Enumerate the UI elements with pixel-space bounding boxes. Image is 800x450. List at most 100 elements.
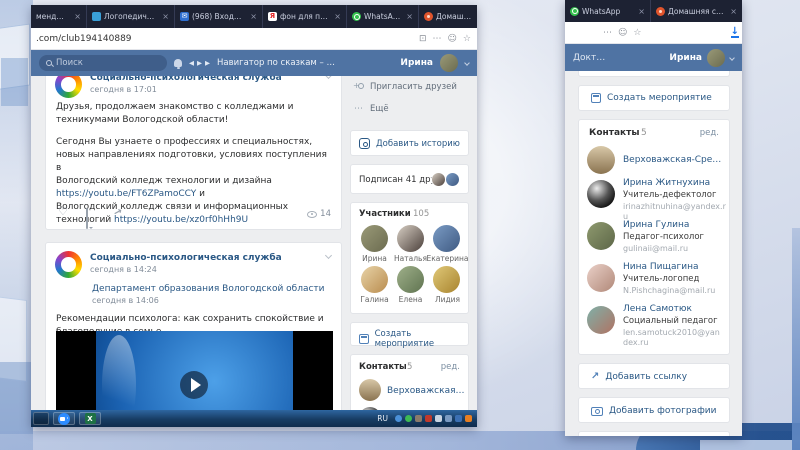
like-icon[interactable]: ♡ [58,205,68,218]
tray-icon[interactable] [405,415,412,422]
contact-name[interactable]: Верховажская-Средняя… [387,386,465,396]
user-name[interactable]: Ирина [400,58,433,68]
contact-avatar[interactable] [587,306,615,334]
search-input[interactable]: Поиск [39,55,167,71]
contact-email[interactable]: irinazhitnuhina@yandex.ru [623,202,727,222]
close-icon[interactable]: × [727,7,737,16]
edit-contacts-link[interactable]: ред. [700,128,719,138]
member-avatar[interactable] [361,266,388,293]
repost-date[interactable]: сегодня в 14:06 [92,296,159,305]
taskbar-zoom-button[interactable] [53,412,75,425]
taskbar-excel-button[interactable]: X [79,412,101,425]
member-name[interactable]: Екатерина [425,254,470,263]
bookmark-star-icon[interactable]: ☆ [463,34,471,44]
comment-icon[interactable] [86,208,88,229]
bell-icon[interactable] [174,59,182,67]
contact-avatar[interactable] [359,379,381,401]
taskbar-button[interactable] [33,412,49,425]
tray-icon[interactable] [425,415,432,422]
friend-avatar[interactable] [445,172,460,187]
menu-dots-icon[interactable]: ⋯ [433,34,442,44]
tab-yandex[interactable]: Я фон для презе × [263,5,347,28]
contact-name[interactable]: Верховажская-Средняя… [623,155,725,165]
add-link-card[interactable]: ↗ Добавить ссылку [578,363,730,389]
contact-avatar[interactable] [587,146,615,174]
prev-track-icon[interactable]: ◀ [189,59,194,67]
url-text[interactable]: .com/club194140889 [36,34,132,44]
language-indicator[interactable]: RU [377,414,388,423]
contact-email[interactable]: N.Pishchagina@mail.ru [623,286,727,296]
tab-logopedic[interactable]: Логопедическо × [87,5,175,28]
member-avatar[interactable] [397,225,424,252]
tab-inbox[interactable]: ✉ (968) Входящи × [175,5,263,28]
repost-group-name[interactable]: Департамент образования Вологодской обла… [92,284,327,294]
play-button[interactable] [180,371,208,399]
play-icon[interactable]: ▶ [197,59,202,67]
tray-icon[interactable] [445,415,452,422]
extension-icon[interactable]: ⊡ [419,34,427,44]
group-avatar[interactable] [55,251,82,278]
chevron-down-icon[interactable] [464,60,470,66]
post-date[interactable]: сегодня в 14:24 [90,265,157,274]
audio-player-controls[interactable]: ◀ ▶ ▶ [189,59,210,67]
menu-dots-icon[interactable]: ⋯ [603,28,612,38]
tab-homepage[interactable]: Домашняя стр × [651,0,742,22]
member-avatar[interactable] [361,225,388,252]
contact-name[interactable]: Ирина Гулина [623,220,725,230]
member-avatar[interactable] [433,225,460,252]
add-photos-card[interactable]: Добавить фотографии [578,397,730,423]
tray-icon[interactable] [465,415,472,422]
close-icon[interactable]: × [331,12,341,21]
avatar[interactable] [440,54,458,72]
protect-icon[interactable]: ☺ [448,34,457,44]
tab-whatsapp[interactable]: WhatsApp × [347,5,419,28]
contact-email[interactable]: len.samotuck2010@yandex.ru [623,328,723,348]
tab-whatsapp[interactable]: WhatsApp × [565,0,651,22]
tray-icon[interactable] [395,415,402,422]
group-name[interactable]: Социально-психологическая служба [90,253,310,263]
close-icon[interactable]: × [403,12,413,21]
chevron-down-icon[interactable] [729,55,735,61]
member-name[interactable]: Лидия [425,295,470,304]
contact-avatar[interactable] [587,222,615,250]
avatar[interactable] [707,49,725,67]
edit-contacts-link[interactable]: ред. [441,362,460,372]
user-name[interactable]: Ирина [669,53,702,63]
friend-avatar[interactable] [431,172,446,187]
contact-avatar[interactable] [587,264,615,292]
post-menu-chevron-icon[interactable] [325,76,332,79]
tab-recommendations[interactable]: мендации_ × [31,5,87,28]
member-avatar[interactable] [433,266,460,293]
address-bar[interactable]: ⋯ ☺ ☆ ↓ [565,22,742,44]
tab-homepage[interactable]: Домашняя стр [419,5,477,28]
group-name[interactable]: Социально-психологическая служба [90,76,310,83]
close-icon[interactable]: × [159,12,169,21]
members-label[interactable]: Участники [359,209,411,219]
contact-name[interactable]: Лена Самотюк [623,304,725,314]
tray-icon[interactable] [455,415,462,422]
contact-name[interactable]: Нина Пищагина [623,262,725,272]
address-bar[interactable]: .com/club194140889 ⊡ ⋯ ☺ ☆ [31,28,477,50]
bookmark-star-icon[interactable]: ☆ [633,28,641,38]
close-icon[interactable]: × [71,12,81,21]
tray-icon[interactable] [415,415,422,422]
protect-icon[interactable]: ☺ [618,28,627,38]
add-story-card[interactable]: Добавить историю [350,130,469,156]
more-button[interactable]: ⋯ Ещё [354,104,389,114]
download-icon[interactable]: ↓ [731,27,739,38]
invite-friends-button[interactable]: Пригласить друзей [354,82,457,92]
contact-name[interactable]: Ирина Житнухина [623,178,725,188]
post-date[interactable]: сегодня в 17:01 [90,85,157,94]
subscribed-card[interactable]: Подписан 41 друг [350,164,469,194]
track-title[interactable]: Навигатор по сказкам – 001.Докт… [217,58,335,68]
youtube-link[interactable]: https://youtu.be/xz0rf0hHh9U [114,215,248,225]
youtube-link[interactable]: https://youtu.be/FT6ZPamoCCY [56,189,196,199]
contact-avatar[interactable] [587,180,615,208]
tray-icon[interactable] [435,415,442,422]
post-menu-chevron-icon[interactable] [325,252,332,259]
group-avatar[interactable] [55,76,82,98]
create-event-card[interactable]: Создать мероприятие [350,322,469,346]
member-avatar[interactable] [397,266,424,293]
video-player[interactable] [56,331,333,410]
create-event-card[interactable]: Создать мероприятие [578,85,730,111]
